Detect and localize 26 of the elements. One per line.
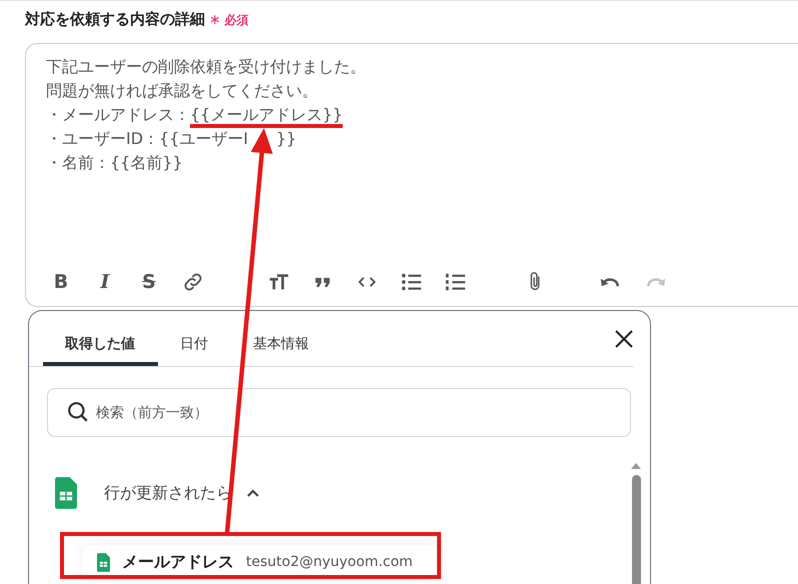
message-line: ・ユーザーID：{{ユーザーI <box>46 129 248 149</box>
tab[interactable]: 日付 <box>158 311 231 366</box>
required-mark: ∗ <box>209 12 221 28</box>
spreadsheet-icon <box>55 477 77 509</box>
field-label: 対応を依頼する内容の詳細 <box>25 10 205 29</box>
required-label: 必須 <box>224 12 249 29</box>
bold-button[interactable]: B <box>48 268 74 296</box>
link-icon <box>182 271 204 293</box>
message-editor[interactable]: 下記ユーザーの削除依頼を受け付けました。 問題が無ければ承認をしてください。 ・メールアドレス：{{メールアドレス}} ・ユーザーID：{{ユーザーI }} ・名前：{{名前}} B I S <box>25 43 798 307</box>
message-line: 問題が無ければ承認をしてください。 <box>46 81 318 101</box>
search-icon <box>67 401 89 423</box>
item-label: メールアドレス <box>122 552 234 572</box>
italic-button[interactable]: I <box>92 268 118 296</box>
message-line: ・メールアドレス：{{メールアドレス}} <box>46 105 343 125</box>
message-line-end: }} <box>276 129 296 149</box>
chevron-icon[interactable] <box>246 488 260 498</box>
message-line: ・名前：{{名前}} <box>46 153 183 173</box>
search-field[interactable]: 検索（前方一致） <box>47 388 631 437</box>
message-line: 下記ユーザーの削除依頼を受け付けました。 <box>46 57 366 77</box>
variable-item[interactable]: メールアドレス tesuto2@nyuyoom.com <box>82 545 442 579</box>
spreadsheet-icon <box>97 552 110 572</box>
item-value: tesuto2@nyuyoom.com <box>246 554 413 570</box>
tab[interactable]: 取得した値 <box>43 311 158 366</box>
strike-button[interactable]: S <box>136 268 162 296</box>
tab[interactable]: 基本情報 <box>231 311 332 366</box>
close-icon[interactable] <box>614 328 634 348</box>
